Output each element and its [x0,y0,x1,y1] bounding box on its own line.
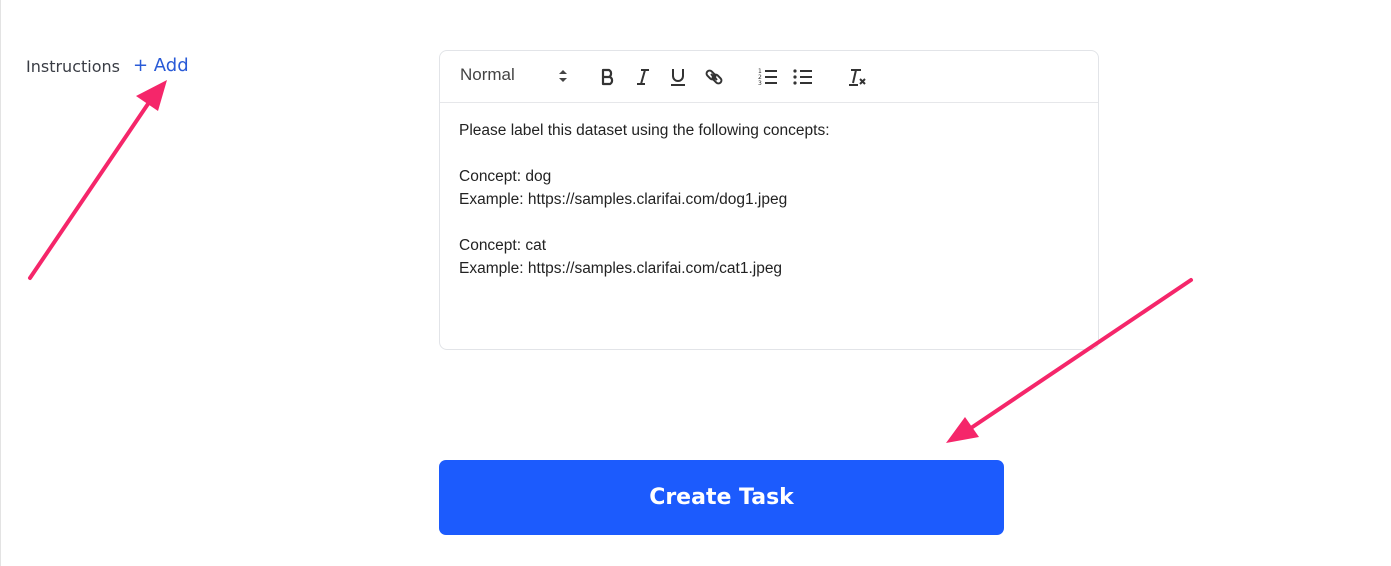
content-line: Concept: dog [459,168,552,185]
left-border [0,0,1,566]
italic-icon [637,69,649,85]
content-line: Example: https://samples.clarifai.com/do… [459,191,788,208]
content-line: Concept: cat [459,237,547,254]
underline-icon [671,69,685,86]
editor-toolbar: Normal 1 2 3 [440,51,1098,103]
add-instructions-link[interactable]: + Add [133,55,189,76]
content-line: Please label this dataset using the foll… [459,122,830,139]
annotation-arrow [28,80,167,280]
content-line: Example: https://samples.clarifai.com/ca… [459,260,783,277]
ordered-list-button[interactable]: 123 [756,65,780,89]
instructions-label: Instructions [26,57,120,76]
format-select-value: Normal [460,65,515,84]
clear-format-button[interactable] [845,65,869,89]
ordered-list-icon: 123 [758,68,777,86]
up-down-chevron-icon [559,70,567,82]
underline-button[interactable] [666,65,690,89]
bullet-list-button[interactable] [791,65,815,89]
clear-format-icon [849,69,866,86]
svg-text:3: 3 [758,80,762,86]
create-task-button[interactable]: Create Task [439,460,1004,535]
content-line [459,211,1079,234]
content-line [459,142,1079,165]
format-select[interactable]: Normal [460,65,568,89]
link-icon [705,69,723,85]
rich-text-editor[interactable]: Normal 1 2 3 Please label this dataset u… [439,50,1099,350]
bold-button[interactable] [596,65,620,89]
editor-content[interactable]: Please label this dataset using the foll… [459,119,1079,280]
link-button[interactable] [702,65,726,89]
bold-icon [601,68,614,86]
bullet-list-icon [793,69,812,85]
italic-button[interactable] [631,65,655,89]
